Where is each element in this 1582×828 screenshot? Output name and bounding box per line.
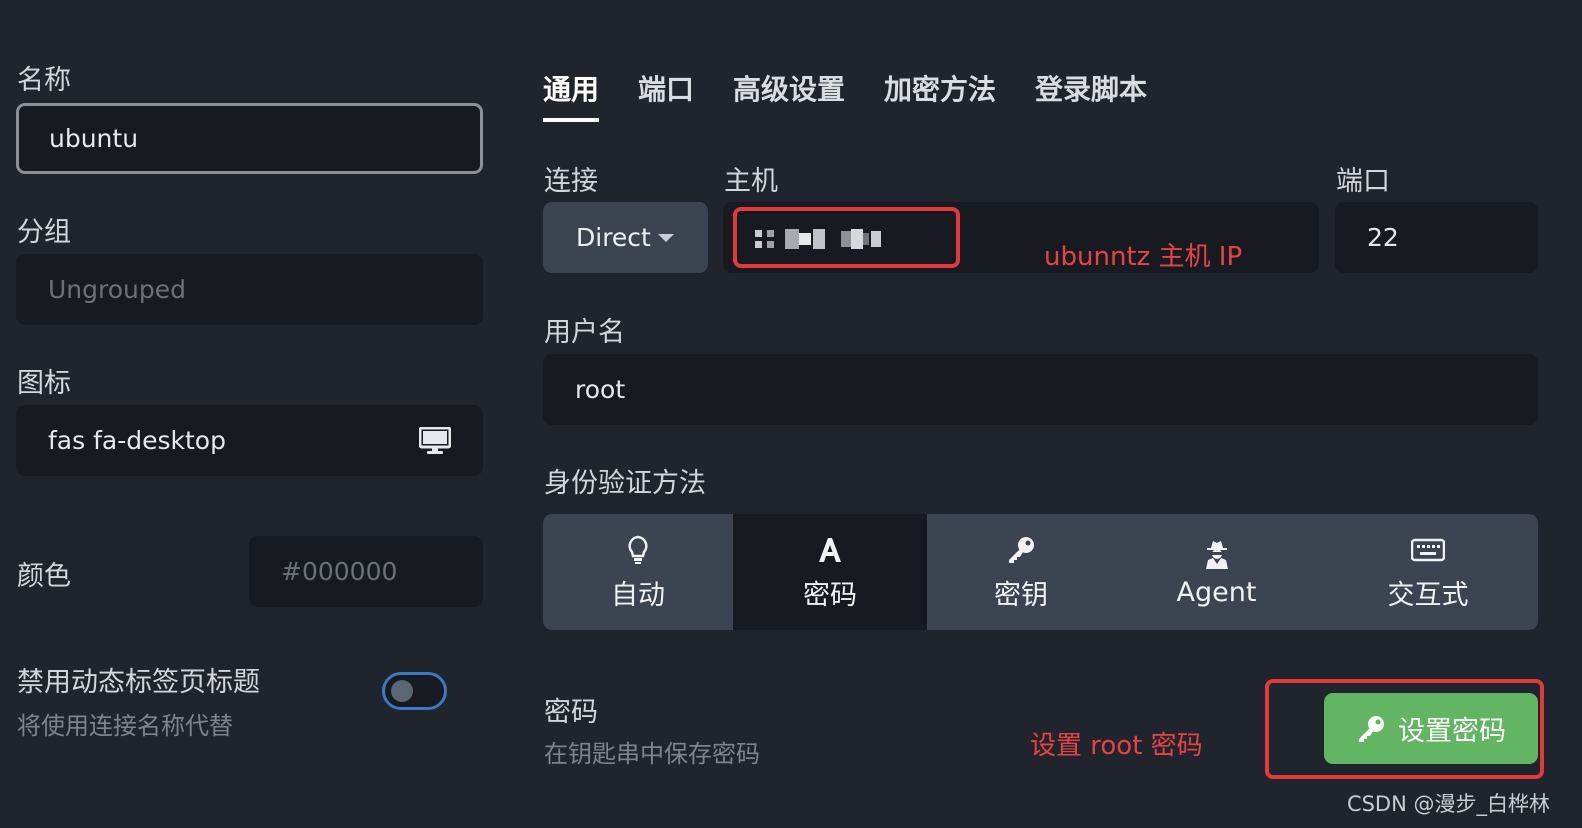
lightbulb-icon <box>627 533 649 567</box>
active-tab-underline <box>543 118 599 122</box>
watermark: CSDN @漫步_白桦林 <box>1346 792 1550 816</box>
tab-advanced[interactable]: 高级设置 <box>733 68 845 108</box>
set-password-button[interactable]: 设置密码 <box>1324 693 1538 764</box>
color-input[interactable]: #000000 <box>249 536 483 607</box>
auth-option-password[interactable]: 密码 <box>733 514 927 630</box>
auth-method-label: 身份验证方法 <box>544 468 706 499</box>
toggle-knob <box>391 680 413 702</box>
tab-general[interactable]: 通用 <box>543 68 599 108</box>
password-hint: 在钥匙串中保存密码 <box>544 740 760 768</box>
disable-title-label: 禁用动态标签页标题 <box>17 667 260 698</box>
port-label: 端口 <box>1336 166 1390 197</box>
key-icon <box>1006 533 1036 567</box>
tab-login-scripts[interactable]: 登录脚本 <box>1035 68 1147 108</box>
host-label: 主机 <box>724 166 778 197</box>
key-icon <box>1356 714 1386 744</box>
auth-method-selector: 自动 密码 密钥 Agent 交互式 <box>543 514 1538 630</box>
auth-option-key[interactable]: 密钥 <box>927 514 1115 630</box>
set-password-label: 设置密码 <box>1398 716 1506 747</box>
disable-title-hint: 将使用连接名称代替 <box>17 712 233 740</box>
name-input[interactable]: ubuntu <box>16 103 483 174</box>
auth-option-label: 交互式 <box>1387 579 1469 611</box>
tab-ports[interactable]: 端口 <box>638 68 694 108</box>
user-secret-icon <box>1204 537 1230 571</box>
icon-label: 图标 <box>17 368 71 399</box>
auth-option-label: 自动 <box>611 579 665 611</box>
font-a-icon <box>817 533 843 567</box>
connection-type-value: Direct <box>576 223 651 252</box>
desktop-icon <box>418 426 452 461</box>
port-input[interactable]: 22 <box>1335 202 1538 273</box>
icon-input[interactable]: fas fa-desktop <box>16 405 483 476</box>
auth-option-label: 密钥 <box>994 579 1048 611</box>
auth-option-auto[interactable]: 自动 <box>543 514 733 630</box>
password-annotation: 设置 root 密码 <box>1030 731 1203 761</box>
username-label: 用户名 <box>544 317 625 348</box>
group-input[interactable]: Ungrouped <box>16 254 483 325</box>
disable-title-toggle[interactable] <box>382 672 447 710</box>
auth-option-interactive[interactable]: 交互式 <box>1318 514 1538 630</box>
auth-option-agent[interactable]: Agent <box>1115 514 1318 630</box>
host-highlight-box <box>733 207 960 268</box>
color-label: 颜色 <box>17 561 71 592</box>
connection-type-select[interactable]: Direct <box>543 202 708 273</box>
keyboard-icon <box>1411 533 1445 567</box>
tab-ciphers[interactable]: 加密方法 <box>884 68 996 108</box>
host-annotation: ubunntz 主机 IP <box>1044 242 1243 272</box>
username-input[interactable]: root <box>543 354 1538 425</box>
chevron-down-icon <box>658 234 674 242</box>
connect-label: 连接 <box>544 166 598 197</box>
auth-option-label: 密码 <box>803 579 857 611</box>
group-label: 分组 <box>17 217 71 248</box>
name-label: 名称 <box>17 65 71 96</box>
icon-input-value: fas fa-desktop <box>48 426 226 455</box>
auth-option-label: Agent <box>1176 576 1257 608</box>
password-label: 密码 <box>544 697 598 728</box>
